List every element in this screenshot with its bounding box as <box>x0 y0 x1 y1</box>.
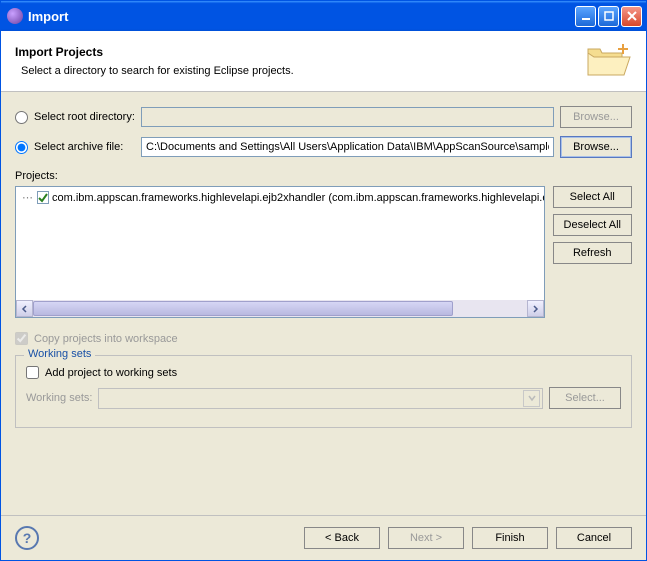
page-title: Import Projects <box>15 45 584 59</box>
working-sets-select-button: Select... <box>549 387 621 409</box>
folder-open-icon <box>584 41 632 81</box>
copy-projects-label: Copy projects into workspace <box>34 333 178 345</box>
footer: ? < Back Next > Finish Cancel <box>1 515 646 560</box>
tree-connector-icon: ⋯ <box>22 191 34 204</box>
project-checkbox[interactable] <box>37 191 49 204</box>
eclipse-icon <box>7 8 23 24</box>
titlebar[interactable]: Import <box>1 1 646 31</box>
back-button[interactable]: < Back <box>304 527 380 549</box>
root-directory-radio-label[interactable]: Select root directory: <box>15 111 135 124</box>
scroll-left-icon[interactable] <box>16 300 33 317</box>
window-title: Import <box>28 9 575 24</box>
projects-list[interactable]: ⋯ com.ibm.appscan.frameworks.highlevelap… <box>15 186 545 318</box>
archive-file-radio-label[interactable]: Select archive file: <box>15 141 135 154</box>
close-button[interactable] <box>621 6 642 27</box>
add-to-working-sets-checkbox[interactable] <box>26 366 39 379</box>
minimize-button[interactable] <box>575 6 596 27</box>
copy-projects-row: Copy projects into workspace <box>15 332 632 345</box>
next-button: Next > <box>388 527 464 549</box>
working-sets-combo <box>98 388 543 409</box>
projects-label: Projects: <box>15 170 632 182</box>
root-directory-input[interactable] <box>141 107 554 127</box>
import-dialog: Import Import Projects Select a director… <box>0 0 647 561</box>
project-name: com.ibm.appscan.frameworks.highlevelapi.… <box>52 192 545 204</box>
maximize-button[interactable] <box>598 6 619 27</box>
cancel-button[interactable]: Cancel <box>556 527 632 549</box>
header-panel: Import Projects Select a directory to se… <box>1 31 646 92</box>
working-sets-group: Working sets Add project to working sets… <box>15 355 632 428</box>
scroll-right-icon[interactable] <box>527 300 544 317</box>
content-area: Select root directory: Browse... Select … <box>1 92 646 515</box>
archive-file-radio[interactable] <box>15 141 28 154</box>
chevron-down-icon <box>523 390 540 407</box>
help-icon[interactable]: ? <box>15 526 39 550</box>
horizontal-scrollbar[interactable] <box>16 300 544 317</box>
refresh-button[interactable]: Refresh <box>553 242 632 264</box>
working-sets-label: Working sets: <box>26 392 92 404</box>
add-to-working-sets-label: Add project to working sets <box>45 367 177 379</box>
copy-projects-checkbox <box>15 332 28 345</box>
scroll-thumb[interactable] <box>33 301 453 316</box>
browse-root-button: Browse... <box>560 106 632 128</box>
root-directory-radio[interactable] <box>15 111 28 124</box>
browse-archive-button[interactable]: Browse... <box>560 136 632 158</box>
scroll-track[interactable] <box>33 300 527 317</box>
deselect-all-button[interactable]: Deselect All <box>553 214 632 236</box>
archive-file-input[interactable] <box>141 137 554 157</box>
working-sets-legend: Working sets <box>24 348 95 360</box>
finish-button[interactable]: Finish <box>472 527 548 549</box>
list-item[interactable]: ⋯ com.ibm.appscan.frameworks.highlevelap… <box>16 187 544 204</box>
page-description: Select a directory to search for existin… <box>21 65 584 77</box>
select-all-button[interactable]: Select All <box>553 186 632 208</box>
window-controls <box>575 6 642 27</box>
